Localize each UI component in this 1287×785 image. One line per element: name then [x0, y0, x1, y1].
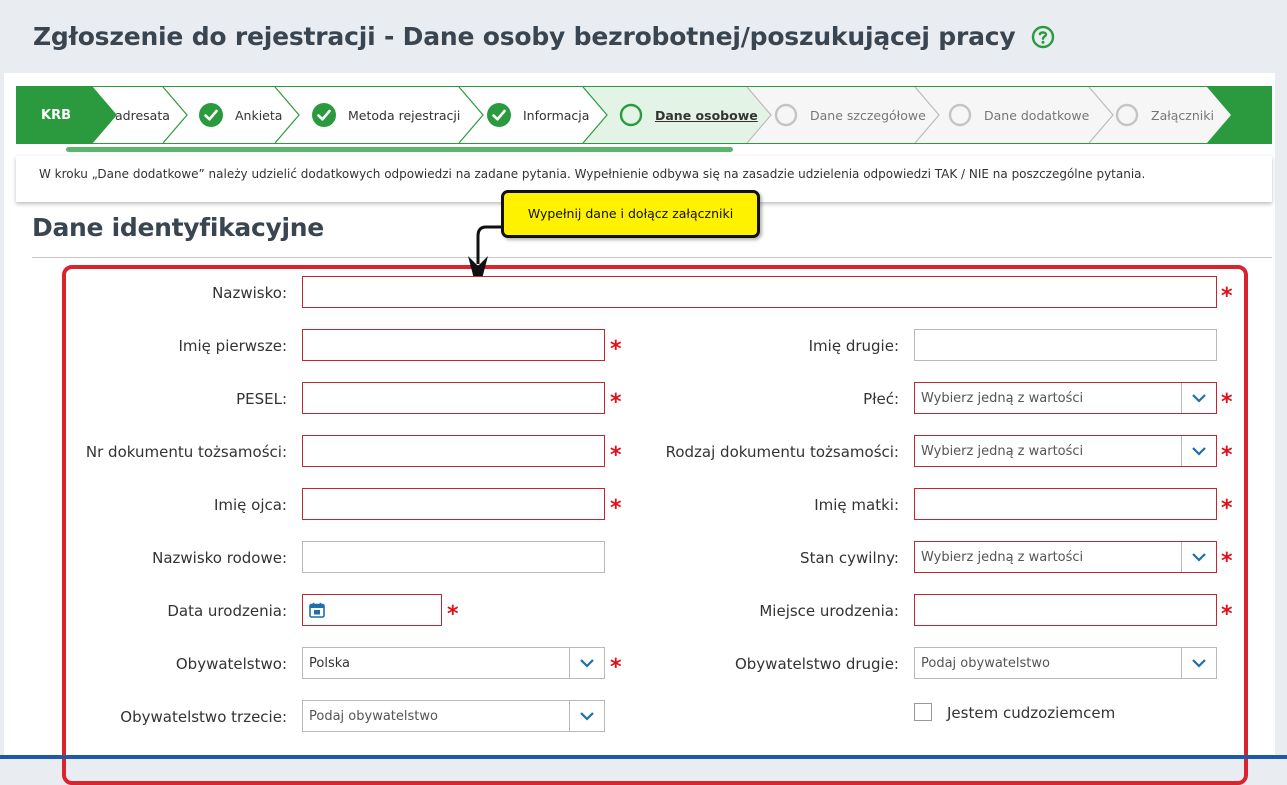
rodzaj-dokumentu-label: Rodzaj dokumentu tożsamości: [665, 443, 899, 461]
step-zalaczniki[interactable]: Załączniki [1115, 87, 1214, 143]
chevron-down-icon[interactable] [1181, 436, 1216, 466]
step-adresata[interactable]: adresata [115, 87, 170, 143]
taskbar [0, 755, 1287, 759]
plec-select[interactable]: Wybierz jedną z wartości [914, 382, 1217, 414]
obywatelstwo-label: Obywatelstwo: [175, 655, 287, 673]
required-marker: * [610, 655, 622, 680]
imie-matki-input[interactable] [914, 488, 1217, 520]
imie-pierwsze-input[interactable] [302, 329, 605, 361]
data-urodzenia-input[interactable] [302, 594, 442, 626]
step-krb[interactable]: KRB [41, 87, 71, 143]
nr-dokumentu-label: Nr dokumentu tożsamości: [85, 443, 287, 461]
imie-drugie-input[interactable] [914, 329, 1217, 361]
chevron-down-icon[interactable] [1181, 648, 1216, 678]
tooltip-text: Wypełnij dane i dołącz załączniki [527, 206, 734, 221]
step-label: Dane osobowe [655, 107, 758, 123]
check-circle-icon [312, 103, 336, 127]
nazwisko-label: Nazwisko: [212, 284, 287, 302]
page-title-text: Zgłoszenie do rejestracji - Dane osoby b… [33, 22, 1016, 51]
circle-outline-icon [948, 103, 972, 127]
step-ankieta[interactable]: Ankieta [199, 87, 282, 143]
obywatelstwo-drugie-select-value: Podaj obywatelstwo [921, 655, 1050, 671]
stan-cywilny-select[interactable]: Wybierz jedną z wartości [914, 541, 1217, 573]
obywatelstwo-select[interactable]: Polska [302, 647, 605, 679]
imie-pierwsze-label: Imię pierwsze: [178, 337, 287, 355]
step-dane-osobowe[interactable]: Dane osobowe [619, 87, 758, 143]
imie-matki-label: Imię matki: [814, 496, 899, 514]
annotation-tooltip: Wypełnij dane i dołącz załączniki [501, 190, 760, 238]
nazwisko-rodowe-input[interactable] [302, 541, 605, 573]
step-metoda-rejestracji[interactable]: Metoda rejestracji [312, 87, 460, 143]
calendar-icon[interactable] [309, 602, 325, 618]
imie-ojca-label: Imię ojca: [213, 496, 287, 514]
obywatelstwo-select-value: Polska [309, 655, 350, 671]
nr-dokumentu-input[interactable] [302, 435, 605, 467]
pesel-input[interactable] [302, 382, 605, 414]
step-label: adresata [115, 107, 170, 123]
chevron-down-icon[interactable] [1181, 383, 1216, 413]
step-dane-dodatkowe[interactable]: Dane dodatkowe [948, 87, 1089, 143]
chevron-down-icon[interactable] [1181, 542, 1216, 572]
obywatelstwo-trzecie-select[interactable]: Podaj obywatelstwo [302, 700, 605, 732]
obywatelstwo-trzecie-select-value: Podaj obywatelstwo [309, 708, 438, 724]
nazwisko-input[interactable] [302, 276, 1217, 308]
required-marker: * [610, 496, 622, 521]
required-marker: * [1221, 549, 1233, 574]
required-marker: * [1221, 602, 1233, 627]
obywatelstwo-drugie-label: Obywatelstwo drugie: [734, 655, 899, 673]
obywatelstwo-trzecie-label: Obywatelstwo trzecie: [120, 708, 287, 726]
data-urodzenia-label: Data urodzenia: [167, 602, 287, 620]
step-label: Metoda rejestracji [348, 107, 461, 123]
imie-ojca-input[interactable] [302, 488, 605, 520]
plec-select-value: Wybierz jedną z wartości [921, 390, 1084, 406]
step-label: Ankieta [235, 107, 283, 123]
section-title: Dane identyfikacyjne [32, 213, 324, 242]
check-circle-icon [487, 103, 511, 127]
cudzoziemiec-label: Jestem cudzoziemcem [947, 704, 1116, 722]
rodzaj-dokumentu-select[interactable]: Wybierz jedną z wartości [914, 435, 1217, 467]
stan-cywilny-select-value: Wybierz jedną z wartości [921, 549, 1084, 565]
required-marker: * [1221, 284, 1233, 309]
step-label: Informacja [523, 107, 590, 123]
help-icon[interactable] [1031, 25, 1055, 49]
wizard-stepper: KRB adresata Ankieta Metoda rejestracji … [16, 86, 1272, 144]
required-marker: * [1221, 496, 1233, 521]
stepper-progress-bar [66, 147, 733, 152]
step-label: Dane szczegółowe [810, 107, 926, 123]
required-marker: * [610, 390, 622, 415]
required-marker: * [447, 602, 459, 627]
nazwisko-rodowe-label: Nazwisko rodowe: [152, 549, 287, 567]
circle-outline-icon [619, 103, 643, 127]
step-informacja[interactable]: Informacja [487, 87, 589, 143]
rodzaj-dokumentu-select-value: Wybierz jedną z wartości [921, 443, 1084, 459]
circle-outline-icon [1115, 103, 1139, 127]
step-label: Załączniki [1151, 107, 1214, 123]
cudzoziemiec-checkbox[interactable] [914, 703, 932, 721]
info-text: W kroku „Dane dodatkowe” należy udzielić… [39, 167, 1146, 181]
required-marker: * [1221, 390, 1233, 415]
chevron-down-icon[interactable] [569, 701, 604, 731]
circle-outline-icon [774, 103, 798, 127]
stan-cywilny-label: Stan cywilny: [800, 549, 899, 567]
chevron-down-icon[interactable] [569, 648, 604, 678]
required-marker: * [1221, 443, 1233, 468]
step-krb-label: KRB [41, 107, 71, 123]
obywatelstwo-drugie-select[interactable]: Podaj obywatelstwo [914, 647, 1217, 679]
required-marker: * [610, 443, 622, 468]
page-title: Zgłoszenie do rejestracji - Dane osoby b… [33, 22, 1055, 51]
plec-label: Płeć: [863, 390, 899, 408]
step-label: Dane dodatkowe [984, 107, 1090, 123]
check-circle-icon [199, 103, 223, 127]
miejsce-urodzenia-label: Miejsce urodzenia: [759, 602, 899, 620]
miejsce-urodzenia-input[interactable] [914, 594, 1217, 626]
imie-drugie-label: Imię drugie: [808, 337, 899, 355]
step-dane-szczegolowe[interactable]: Dane szczegółowe [774, 87, 926, 143]
required-marker: * [610, 337, 622, 362]
pesel-label: PESEL: [236, 390, 287, 408]
section-divider [32, 257, 1272, 258]
